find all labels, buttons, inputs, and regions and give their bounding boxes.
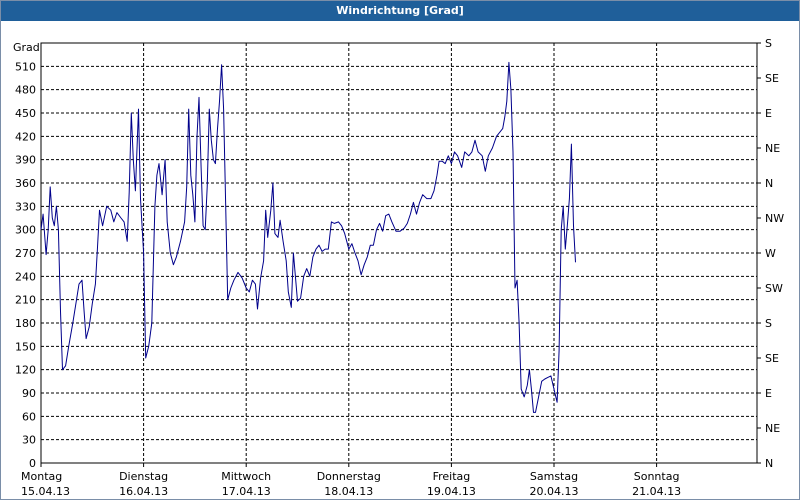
right-tick-label: N xyxy=(765,457,773,470)
y-axis-title: Grad xyxy=(13,41,40,54)
y-tick-label: 420 xyxy=(15,130,36,143)
right-tick-label: W xyxy=(765,247,776,260)
x-tick-day: Samstag xyxy=(530,470,578,483)
y-tick-label: 150 xyxy=(15,340,36,353)
right-tick-label: E xyxy=(765,387,772,400)
y-tick-label: 360 xyxy=(15,177,36,190)
y-tick-label: 270 xyxy=(15,247,36,260)
x-tick-date: 21.04.13 xyxy=(632,485,681,498)
x-tick-date: 18.04.13 xyxy=(324,485,373,498)
right-tick-label: SE xyxy=(765,72,779,85)
x-tick-date: 15.04.13 xyxy=(21,485,70,498)
series-line xyxy=(40,61,576,413)
y-tick-label: 510 xyxy=(15,60,36,73)
y-tick-label: 450 xyxy=(15,107,36,120)
right-axis: N NE E SE S SW W NW N NE E SE S xyxy=(757,37,784,470)
x-tick-date: 19.04.13 xyxy=(427,485,476,498)
left-axis: 0 30 60 90 120 150 180 210 240 270 300 330 360 390 420… xyxy=(15,60,36,470)
y-tick-label: 300 xyxy=(15,224,36,237)
y-tick-label: 0 xyxy=(29,457,36,470)
y-tick-label: 120 xyxy=(15,364,36,377)
right-tick-label: S xyxy=(765,317,772,330)
x-tick-date: 16.04.13 xyxy=(119,485,168,498)
series-group xyxy=(40,61,576,413)
x-tick-day: Freitag xyxy=(433,470,471,483)
right-tick-label: SW xyxy=(765,282,783,295)
grid-lines xyxy=(41,43,757,463)
y-tick-label: 30 xyxy=(22,434,36,447)
x-tick-day: Montag xyxy=(21,470,62,483)
x-tick-date: 17.04.13 xyxy=(222,485,271,498)
right-tick-label: S xyxy=(765,37,772,50)
right-tick-label: E xyxy=(765,107,772,120)
y-tick-label: 180 xyxy=(15,317,36,330)
x-tick-date: 20.04.13 xyxy=(530,485,579,498)
right-tick-label: NE xyxy=(765,142,780,155)
x-axis: Montag 15.04.13 Dienstag 16.04.13 Mittwoch 17… xyxy=(21,463,681,498)
y-tick-label: 330 xyxy=(15,200,36,213)
y-tick-label: 480 xyxy=(15,84,36,97)
y-tick-label: 390 xyxy=(15,154,36,167)
x-tick-day: Mittwoch xyxy=(221,470,271,483)
y-tick-label: 90 xyxy=(22,387,36,400)
y-tick-label: 240 xyxy=(15,270,36,283)
right-tick-label: N xyxy=(765,177,773,190)
right-tick-label: NE xyxy=(765,422,780,435)
x-tick-day: Sonntag xyxy=(634,470,680,483)
right-tick-label: SE xyxy=(765,352,779,365)
x-tick-day: Dienstag xyxy=(119,470,168,483)
x-tick-day: Donnerstag xyxy=(317,470,381,483)
line-chart: 0 30 60 90 120 150 180 210 240 270 300 330 360 390 420… xyxy=(13,37,784,498)
y-tick-label: 60 xyxy=(22,410,36,423)
chart-window: Windrichtung [Grad] 0 30 60 90 120 150 180 210 2… xyxy=(0,0,800,500)
y-tick-label: 210 xyxy=(15,294,36,307)
right-tick-label: NW xyxy=(765,212,784,225)
